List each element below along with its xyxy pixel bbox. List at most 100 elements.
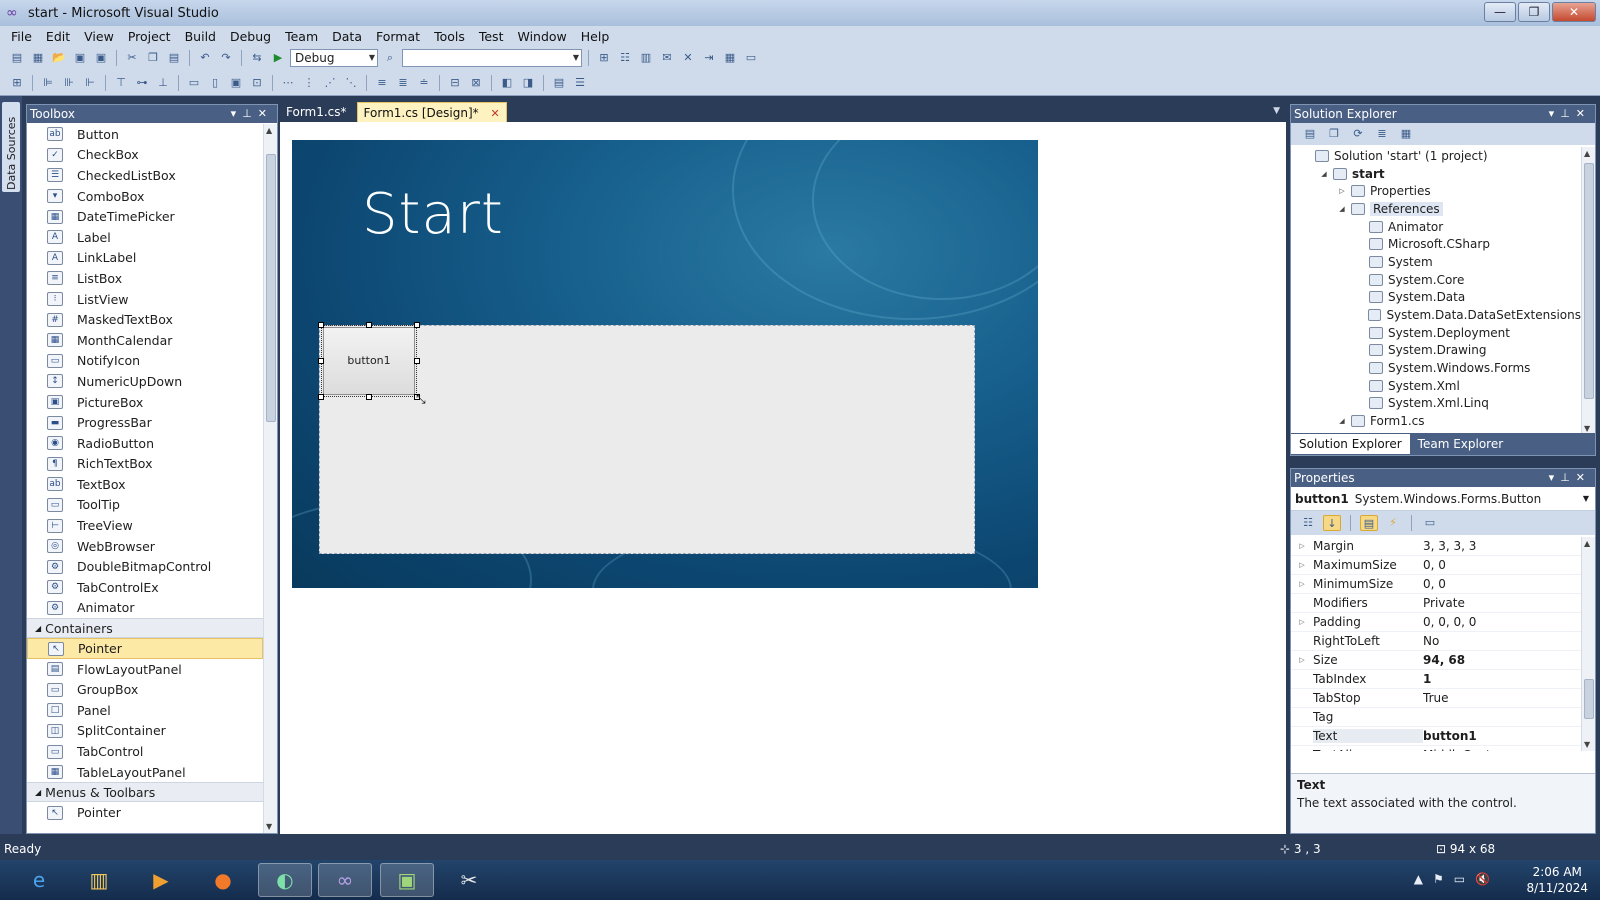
toolbox-item-tabcontrolex[interactable]: ⚙ TabControlEx (27, 577, 263, 598)
undo-icon[interactable]: ↶ (196, 50, 214, 66)
property-row-tabindex[interactable]: TabIndex 1 (1291, 670, 1581, 689)
property-value[interactable]: button1 (1423, 729, 1581, 743)
make-same-size-icon[interactable]: ▣ (227, 75, 245, 91)
start-page-icon[interactable]: ⇥ (700, 50, 718, 66)
toolbox-item-maskedtextbox[interactable]: # MaskedTextBox (27, 309, 263, 330)
tree-node-system-data-datasetextensions[interactable]: System.Data.DataSetExtensions (1291, 306, 1581, 324)
property-value[interactable]: 94, 68 (1423, 653, 1581, 667)
toolbox-item-pointer[interactable]: ↖ Pointer (27, 802, 263, 823)
tree-node-system-core[interactable]: System.Core (1291, 271, 1581, 289)
lock-controls-icon[interactable]: ▤ (550, 75, 568, 91)
refresh-icon[interactable]: ⟳ (1349, 126, 1367, 142)
toolbox-item-groupbox[interactable]: ▭ GroupBox (27, 679, 263, 700)
scroll-up-icon[interactable]: ▲ (1584, 149, 1590, 158)
tree-node-solution-start-1-project[interactable]: Solution 'start' (1 project) (1291, 147, 1581, 165)
visual-studio-taskbar-icon[interactable]: ∞ (318, 863, 372, 897)
tree-node-animator[interactable]: Animator (1291, 218, 1581, 236)
toolbox-item-flowlayoutpanel[interactable]: ▤ FlowLayoutPanel (27, 659, 263, 680)
toolbox-item-doublebitmapcontrol[interactable]: ⚙ DoubleBitmapControl (27, 556, 263, 577)
v-spacing-equal-icon[interactable]: ≡ (373, 75, 391, 91)
center-horizontally-icon[interactable]: ⊟ (446, 75, 464, 91)
toolbox-item-animator[interactable]: ⚙ Animator (27, 598, 263, 619)
property-value[interactable]: 3, 3, 3, 3 (1423, 539, 1581, 553)
toolbox-item-label[interactable]: A Label (27, 227, 263, 248)
property-value[interactable]: 1 (1423, 672, 1581, 686)
start-debugging-icon[interactable]: ▶ (269, 50, 287, 66)
toolbox-item-splitcontainer[interactable]: ◫ SplitContainer (27, 721, 263, 742)
running-app-icon[interactable]: ▣ (380, 863, 434, 897)
view-code-icon[interactable]: ≣ (1373, 126, 1391, 142)
center-vertically-icon[interactable]: ⊠ (467, 75, 485, 91)
tree-node-form1-cs[interactable]: ◢ Form1.cs (1291, 412, 1581, 430)
scroll-down-icon[interactable]: ▼ (1584, 740, 1590, 749)
close-icon[interactable]: ✕ (1576, 471, 1591, 484)
network-icon[interactable]: ▭ (1454, 872, 1465, 886)
resize-handle[interactable] (318, 322, 324, 328)
menu-format[interactable]: Format (369, 29, 427, 44)
events-icon[interactable]: ⚡ (1384, 515, 1402, 531)
tree-node-microsoft-csharp[interactable]: Microsoft.CSharp (1291, 235, 1581, 253)
scroll-down-icon[interactable]: ▼ (1584, 424, 1590, 433)
menu-help[interactable]: Help (574, 29, 617, 44)
property-row-maximumsize[interactable]: ▷ MaximumSize 0, 0 (1291, 556, 1581, 575)
toolbox-item-listbox[interactable]: ≡ ListBox (27, 268, 263, 289)
align-lefts-icon[interactable]: ⊫ (39, 75, 57, 91)
internet-explorer-icon[interactable]: e (12, 863, 66, 897)
menu-build[interactable]: Build (178, 29, 223, 44)
toolbox-item-progressbar[interactable]: ▬ ProgressBar (27, 412, 263, 433)
property-row-size[interactable]: ▷ Size 94, 68 (1291, 651, 1581, 670)
toolbox-item-checkedlistbox[interactable]: ☰ CheckedListBox (27, 165, 263, 186)
property-row-padding[interactable]: ▷ Padding 0, 0, 0, 0 (1291, 613, 1581, 632)
cut-icon[interactable]: ✂ (123, 50, 141, 66)
property-row-modifiers[interactable]: Modifiers Private (1291, 594, 1581, 613)
toolbox-item-numericupdown[interactable]: ↕ NumericUpDown (27, 371, 263, 392)
menu-tools[interactable]: Tools (427, 29, 472, 44)
toolbox-item-notifyicon[interactable]: ▭ NotifyIcon (27, 351, 263, 372)
categorized-icon[interactable]: ☷ (1299, 515, 1317, 531)
expand-property-icon[interactable]: ▷ (1291, 656, 1313, 664)
resize-handle[interactable] (318, 394, 324, 400)
property-row-margin[interactable]: ▷ Margin 3, 3, 3, 3 (1291, 537, 1581, 556)
property-row-tag[interactable]: Tag (1291, 708, 1581, 727)
scrollbar-thumb[interactable] (1584, 163, 1594, 399)
v-spacing-decrease-icon[interactable]: ≐ (415, 75, 433, 91)
save-icon[interactable]: ▣ (71, 50, 89, 66)
make-same-height-icon[interactable]: ▯ (206, 75, 224, 91)
resize-handle[interactable] (366, 322, 372, 328)
close-icon[interactable]: ✕ (1576, 107, 1591, 120)
menu-edit[interactable]: Edit (39, 29, 77, 44)
property-value[interactable]: MiddleCenter (1423, 748, 1581, 751)
menu-project[interactable]: Project (121, 29, 178, 44)
form-designer-surface[interactable]: Start button1 ⤡ (280, 122, 1286, 834)
form-title-label[interactable]: Start (362, 182, 504, 247)
redo-icon[interactable]: ↷ (217, 50, 235, 66)
expand-property-icon[interactable]: ▷ (1291, 580, 1313, 588)
toolbox-item-pointer[interactable]: ↖ Pointer (27, 638, 263, 659)
menu-file[interactable]: File (4, 29, 39, 44)
toolbox-item-checkbox[interactable]: ✓ CheckBox (27, 145, 263, 166)
h-spacing-decrease-icon[interactable]: ⋰ (321, 75, 339, 91)
property-grid-scrollbar[interactable]: ▲ ▼ (1581, 537, 1595, 751)
close-tab-icon[interactable]: ✕ (491, 107, 500, 120)
show-hidden-icons-icon[interactable]: ▲ (1414, 872, 1423, 886)
more-options-icon[interactable]: ▭ (742, 50, 760, 66)
object-selector[interactable]: button1 System.Windows.Forms.Button ▼ (1291, 487, 1595, 511)
tree-node-system[interactable]: System (1291, 253, 1581, 271)
properties-window-icon[interactable]: ☷ (616, 50, 634, 66)
toolbox-item-textbox[interactable]: ab TextBox (27, 474, 263, 495)
resize-handle[interactable] (366, 394, 372, 400)
send-to-back-icon[interactable]: ◨ (519, 75, 537, 91)
property-row-minimumsize[interactable]: ▷ MinimumSize 0, 0 (1291, 575, 1581, 594)
panel-dropdown-icon[interactable]: ▾ (1549, 471, 1561, 484)
resize-handle[interactable] (414, 322, 420, 328)
copy-icon[interactable]: ❐ (144, 50, 162, 66)
tab-list-dropdown-icon[interactable]: ▼ (1273, 106, 1280, 116)
expand-property-icon[interactable]: ▷ (1291, 618, 1313, 626)
tree-node-system-xml-linq[interactable]: System.Xml.Linq (1291, 395, 1581, 413)
bring-to-front-icon[interactable]: ◧ (498, 75, 516, 91)
toolbox-item-combobox[interactable]: ▾ ComboBox (27, 186, 263, 207)
form-panel[interactable]: button1 ⤡ (318, 322, 975, 554)
toolbox-item-monthcalendar[interactable]: ▦ MonthCalendar (27, 330, 263, 351)
tree-node-system-deployment[interactable]: System.Deployment (1291, 324, 1581, 342)
configuration-select[interactable]: Debug ▼ (290, 49, 378, 67)
